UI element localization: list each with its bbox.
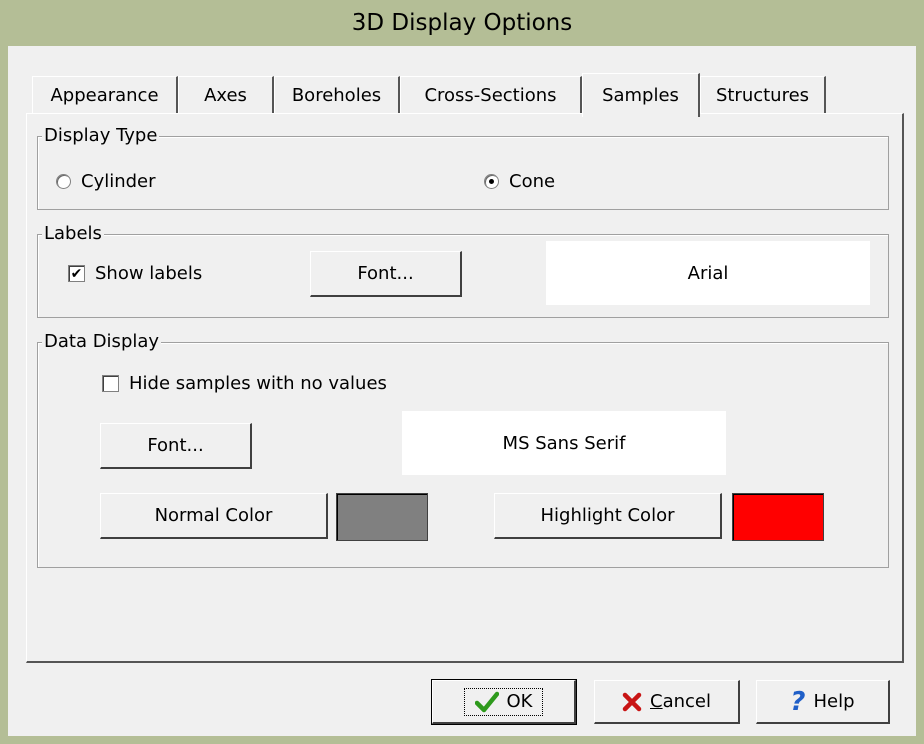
samples-panel: Display Type Cylinder Cone Labels ✔ Show… [26,113,904,663]
ok-label: OK [506,691,533,712]
help-button[interactable]: ? Help [756,680,890,724]
cone-radio[interactable]: Cone [484,171,555,192]
data-font-button-label: Font... [147,435,204,456]
cancel-label: Cancel [650,691,711,712]
hide-samples-check-box[interactable] [102,375,119,392]
check-icon [474,691,499,712]
data-font-preview-text: MS Sans Serif [502,432,626,454]
question-icon: ? [790,686,806,717]
show-labels-check-box[interactable]: ✔ [68,265,85,282]
tab-strip: Appearance Axes Boreholes Cross-Sections… [32,73,902,117]
data-font-preview: MS Sans Serif [402,411,726,475]
data-display-title: Data Display [42,331,162,353]
labels-font-preview-text: Arial [687,262,729,284]
window-frame-right [916,46,924,744]
data-display-group: Data Display Hide samples with no values… [37,331,889,568]
display-type-title: Display Type [42,125,160,147]
show-labels-label: Show labels [95,263,203,284]
normal-color-button-label: Normal Color [154,505,273,526]
hide-samples-checkbox[interactable]: Hide samples with no values [102,373,387,394]
cylinder-label: Cylinder [81,171,156,192]
x-icon [622,692,642,711]
labels-font-button-label: Font... [357,263,414,284]
cylinder-radio[interactable]: Cylinder [56,171,156,192]
ok-button[interactable]: OK [431,679,577,725]
tab-axes[interactable]: Axes [178,76,274,114]
ok-button-focus: OK [463,687,544,716]
cylinder-radio-circle[interactable] [56,174,71,189]
window-title: 3D Display Options [0,0,924,46]
help-label: Help [813,691,855,712]
show-labels-checkbox[interactable]: ✔ Show labels [68,263,202,284]
labels-group: Labels ✔ Show labels Font... Arial [37,223,889,318]
data-font-button[interactable]: Font... [100,423,252,469]
cone-label: Cone [509,171,556,192]
display-type-group: Display Type Cylinder Cone [37,125,889,210]
tab-boreholes[interactable]: Boreholes [274,76,400,114]
window-frame-bottom [0,736,924,744]
highlight-color-button[interactable]: Highlight Color [494,493,722,539]
tab-samples[interactable]: Samples [582,73,700,117]
tab-cross-sections[interactable]: Cross-Sections [400,76,582,114]
normal-color-swatch[interactable] [336,493,428,541]
window-frame-left [0,46,8,744]
hide-samples-label: Hide samples with no values [129,373,387,394]
labels-title: Labels [42,223,104,245]
cancel-button[interactable]: Cancel [594,680,740,724]
tab-structures[interactable]: Structures [700,76,826,114]
highlight-color-button-label: Highlight Color [540,505,675,526]
labels-font-button[interactable]: Font... [310,251,462,297]
cone-radio-circle[interactable] [484,174,499,189]
normal-color-button[interactable]: Normal Color [100,493,328,539]
labels-font-preview: Arial [546,241,870,305]
tab-appearance[interactable]: Appearance [32,76,178,114]
highlight-color-swatch[interactable] [732,493,824,541]
